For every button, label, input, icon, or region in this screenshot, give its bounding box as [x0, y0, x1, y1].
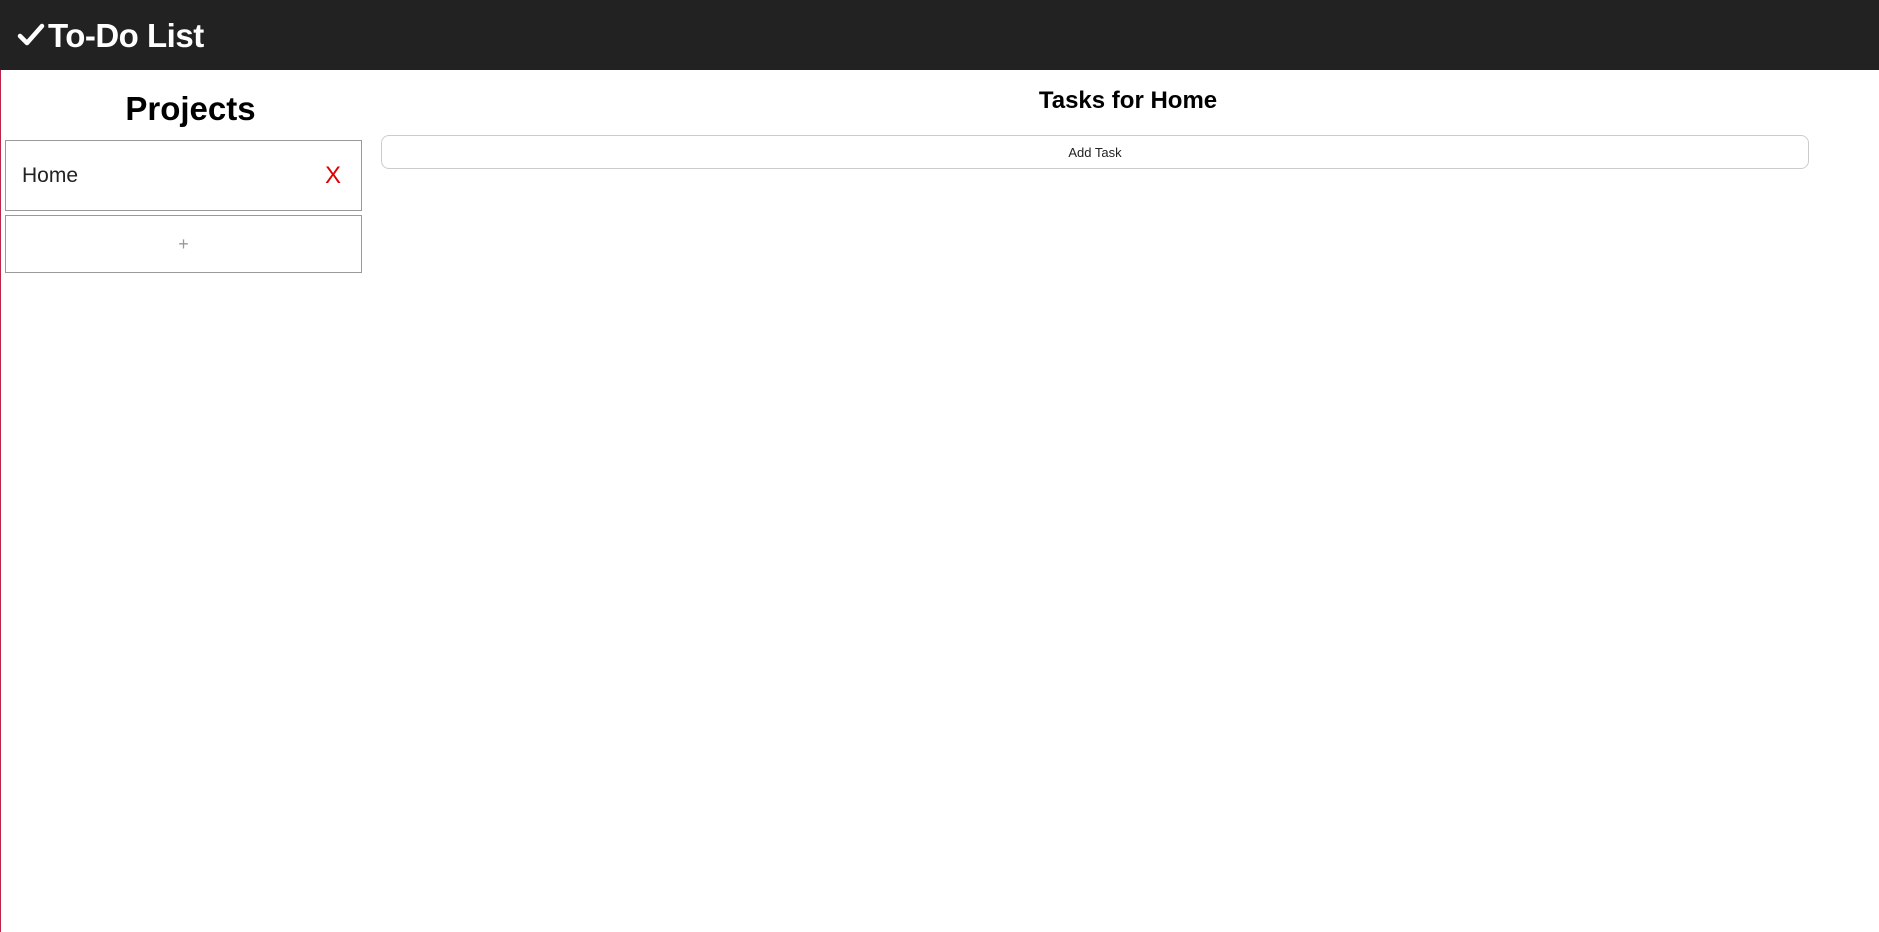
add-project-button[interactable]: + — [5, 215, 362, 273]
tasks-heading: Tasks for Home — [1038, 87, 1218, 114]
add-task-button[interactable]: Add Task — [381, 135, 1809, 169]
app-title: To-Do List — [48, 16, 204, 54]
page: To-Do List Projects Home X + Tasks for H… — [0, 0, 1879, 932]
project-name: Home — [22, 163, 79, 187]
app-header: To-Do List — [0, 0, 1879, 70]
projects-sidebar: Projects Home X + — [5, 70, 362, 273]
window-edge — [0, 0, 1, 932]
check-icon — [16, 20, 46, 50]
delete-project-button[interactable]: X — [325, 163, 341, 188]
projects-heading: Projects — [125, 90, 256, 127]
project-item-home[interactable]: Home X — [5, 140, 362, 211]
plus-icon: + — [178, 234, 189, 254]
